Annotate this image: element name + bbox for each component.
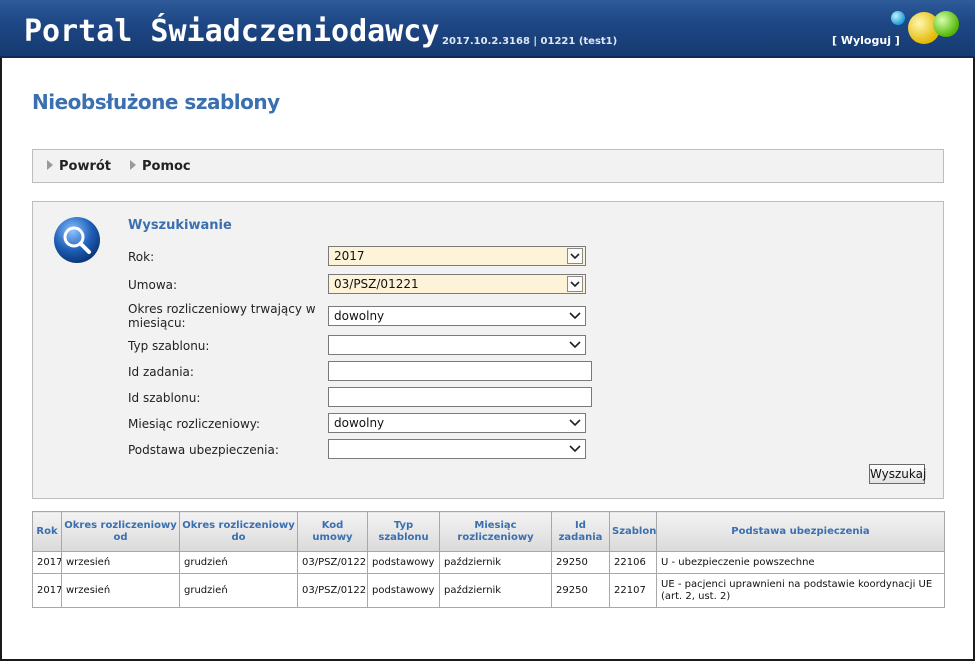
help-label: Pomoc [142, 159, 191, 174]
cell-billing-month: październik [439, 573, 552, 608]
magnifier-icon [54, 217, 100, 263]
chevron-down-icon [567, 276, 583, 292]
period-label: Okres rozliczeniowy trwający w miesiącu: [128, 302, 316, 330]
back-label: Powrót [59, 159, 112, 174]
cell-period-to: grudzień [179, 551, 298, 574]
results-table: Rok Okres rozliczeniowy od Okres rozlicz… [32, 511, 945, 608]
chevron-down-icon [569, 445, 581, 453]
column-header-insurance-basis[interactable]: Podstawa ubezpieczenia [656, 511, 945, 552]
insurance-basis-select[interactable] [328, 439, 586, 459]
cell-template: 22107 [609, 573, 657, 608]
column-header-year[interactable]: Rok [32, 511, 62, 552]
arrow-right-icon [47, 160, 53, 170]
cell-template-type: podstawowy [367, 573, 440, 608]
logo-bubbles-icon [891, 11, 959, 44]
cell-task-id: 29250 [551, 573, 610, 608]
search-button[interactable]: Wyszukaj [869, 464, 926, 484]
cell-insurance-basis: U - ubezpieczenie powszechne [656, 551, 945, 574]
template-type-select[interactable] [328, 335, 586, 355]
cell-period-from: wrzesień [61, 573, 180, 608]
contract-select[interactable]: 03/PSZ/01221 [328, 274, 586, 294]
year-value: 2017 [334, 249, 365, 263]
chevron-down-icon [569, 341, 581, 349]
cell-year: 2017 [32, 551, 62, 574]
chevron-down-icon [567, 248, 583, 264]
search-heading: Wyszukiwanie [128, 218, 232, 233]
column-header-contract-code[interactable]: Kod umowy [297, 511, 368, 552]
column-header-template[interactable]: Szablon [609, 511, 657, 552]
column-header-task-id[interactable]: Id zadania [551, 511, 610, 552]
billing-month-select[interactable]: dowolny [328, 413, 586, 433]
year-select[interactable]: 2017 [328, 246, 586, 266]
cell-contract-code: 03/PSZ/01221 [297, 573, 368, 608]
period-select[interactable]: dowolny [328, 306, 586, 326]
template-id-input[interactable] [328, 387, 592, 407]
cell-contract-code: 03/PSZ/01221 [297, 551, 368, 574]
chevron-down-icon [569, 312, 581, 320]
table-row[interactable]: 2017 wrzesień grudzień 03/PSZ/01221 pods… [32, 573, 945, 608]
column-header-billing-month[interactable]: Miesiąc rozliczeniowy [439, 511, 552, 552]
column-header-template-type[interactable]: Typ szablonu [367, 511, 440, 552]
app-title: Portal Świadczeniodawcy [24, 14, 440, 49]
billing-month-label: Miesiąc rozliczeniowy: [128, 417, 261, 431]
contract-value: 03/PSZ/01221 [334, 277, 419, 291]
table-header-row: Rok Okres rozliczeniowy od Okres rozlicz… [32, 511, 945, 552]
version-info: 2017.10.2.3168 | 01221 (test1) [442, 36, 618, 47]
template-id-label: Id szablonu: [128, 391, 201, 405]
help-button[interactable]: Pomoc [130, 159, 191, 174]
cell-template-type: podstawowy [367, 551, 440, 574]
cell-billing-month: październik [439, 551, 552, 574]
column-header-period-from[interactable]: Okres rozliczeniowy od [61, 511, 180, 552]
task-id-label: Id zadania: [128, 365, 194, 379]
cell-insurance-basis: UE - pacjenci uprawnieni na podstawie ko… [656, 573, 945, 608]
insurance-basis-label: Podstawa ubezpieczenia: [128, 443, 279, 457]
year-label: Rok: [128, 250, 155, 264]
arrow-right-icon [130, 160, 136, 170]
cell-template: 22106 [609, 551, 657, 574]
app-header: Portal Świadczeniodawcy 2017.10.2.3168 |… [0, 0, 975, 58]
back-button[interactable]: Powrót [47, 159, 111, 174]
task-id-input[interactable] [328, 361, 592, 381]
contract-label: Umowa: [128, 278, 178, 292]
action-bar: Powrót Pomoc [32, 149, 944, 183]
table-row[interactable]: 2017 wrzesień grudzień 03/PSZ/01221 pods… [32, 551, 945, 574]
page-title: Nieobsłużone szablony [32, 90, 280, 114]
cell-year: 2017 [32, 573, 62, 608]
cell-period-to: grudzień [179, 573, 298, 608]
template-type-label: Typ szablonu: [128, 339, 210, 353]
chevron-down-icon [569, 419, 581, 427]
cell-task-id: 29250 [551, 551, 610, 574]
billing-month-value: dowolny [334, 416, 385, 430]
period-value: dowolny [334, 309, 385, 323]
column-header-period-to[interactable]: Okres rozliczeniowy do [179, 511, 298, 552]
cell-period-from: wrzesień [61, 551, 180, 574]
search-panel: Wyszukiwanie Rok: 2017 Umowa: 03/PSZ/012… [32, 201, 944, 499]
